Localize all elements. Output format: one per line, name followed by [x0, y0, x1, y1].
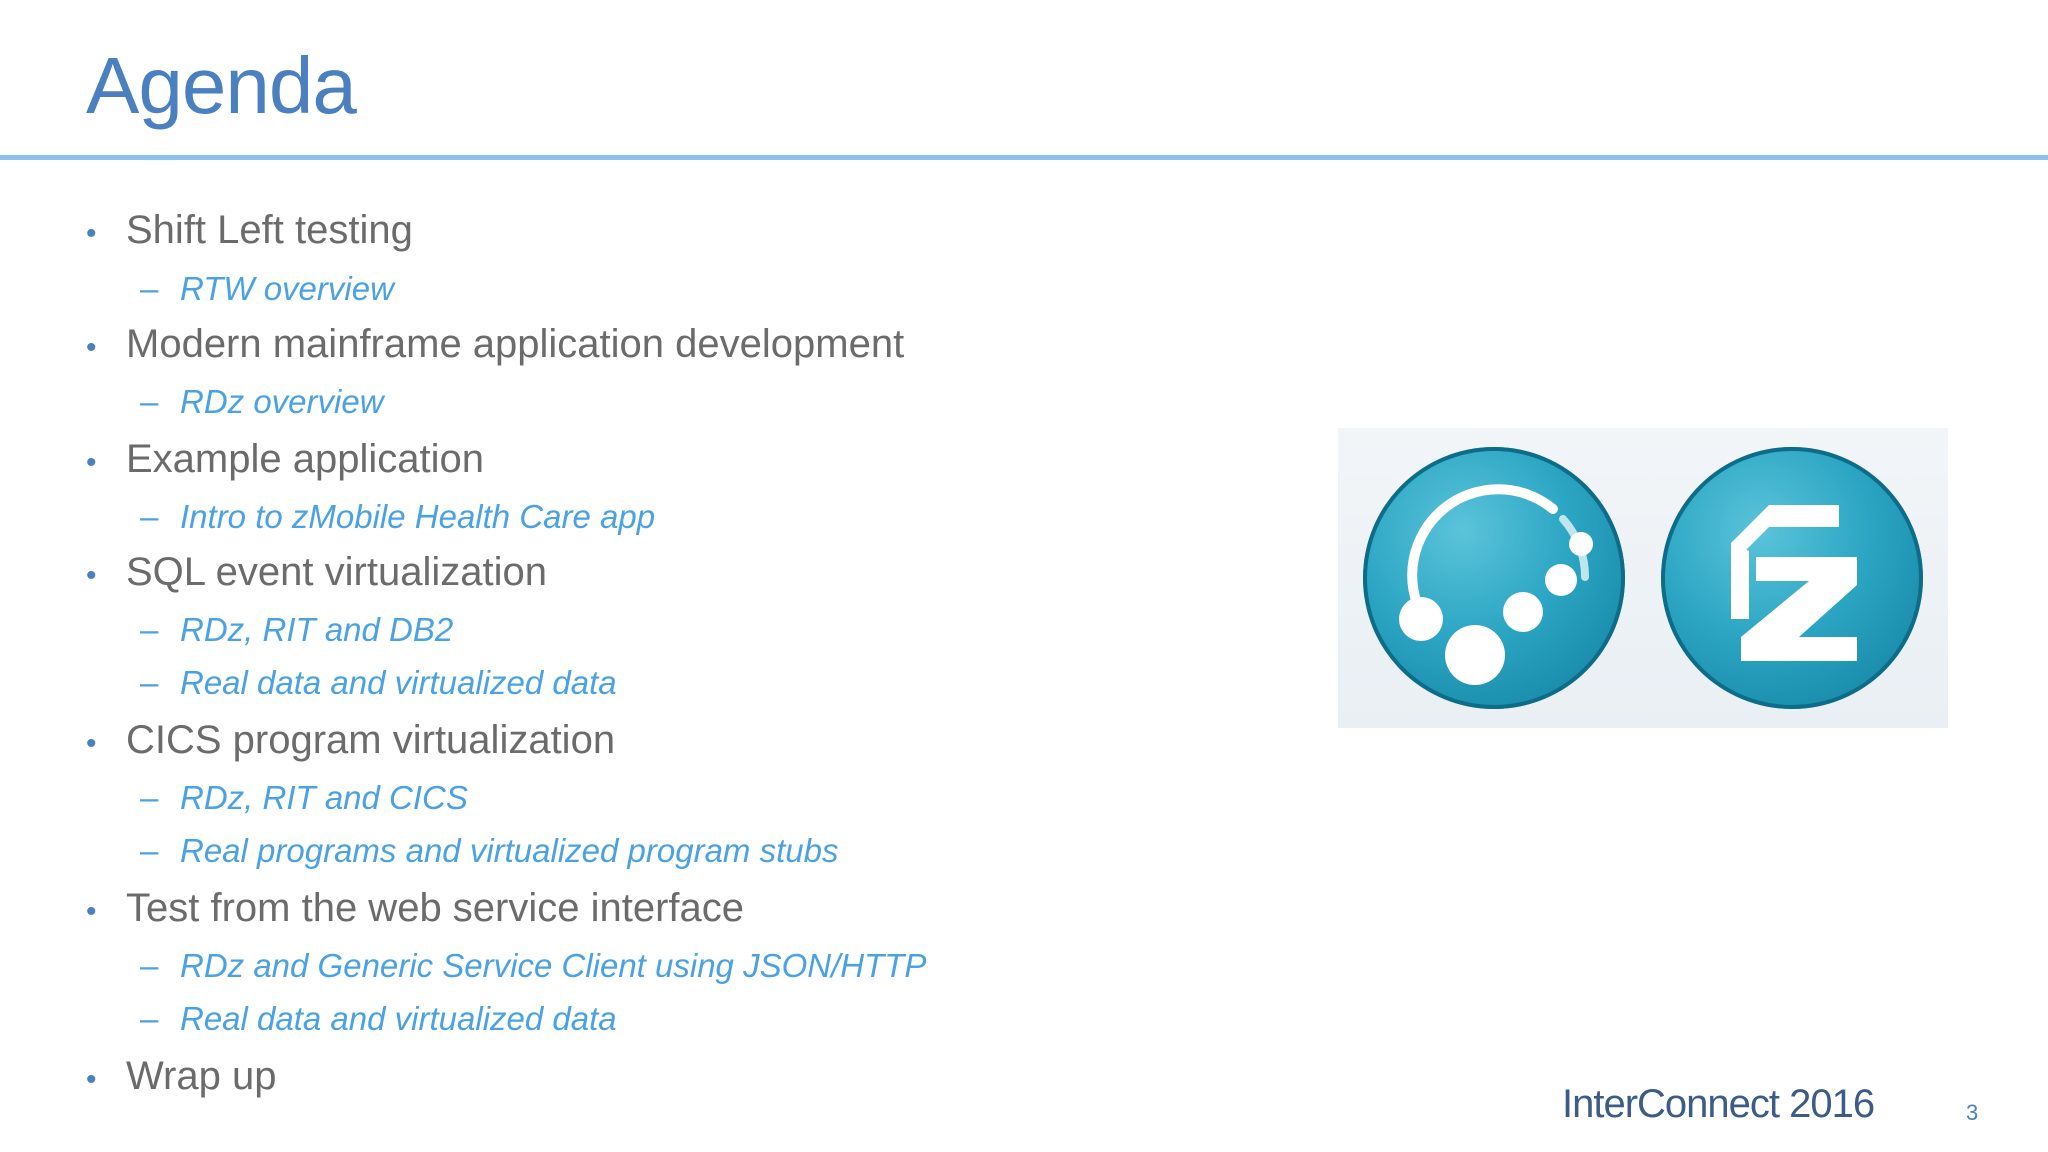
dash-marker: –: [140, 832, 159, 869]
agenda-item: • Wrap up: [86, 1054, 276, 1099]
agenda-subitem: – Real programs and virtualized program …: [140, 832, 838, 870]
agenda-item: • Example application: [86, 437, 484, 482]
agenda-subitem: – RDz overview: [140, 383, 384, 421]
agenda-item: • Shift Left testing: [86, 208, 413, 253]
agenda-subitem: – Intro to zMobile Health Care app: [140, 498, 655, 536]
agenda-subitem-text: RDz overview: [180, 383, 384, 420]
footer-brand: InterConnect 2016: [1562, 1082, 1875, 1126]
agenda-item: • CICS program virtualization: [86, 718, 615, 763]
bullet-marker: •: [86, 1063, 97, 1096]
agenda-subitem: – RDz and Generic Service Client using J…: [140, 947, 926, 985]
bullet-marker: •: [86, 217, 97, 250]
bullet-marker: •: [86, 727, 97, 760]
bullet-marker: •: [86, 446, 97, 479]
agenda-subitem-text: RDz, RIT and CICS: [180, 779, 468, 816]
agenda-item: • Modern mainframe application developme…: [86, 322, 904, 367]
agenda-subitem-text: Real data and virtualized data: [180, 664, 617, 701]
dash-marker: –: [140, 779, 159, 816]
dash-marker: –: [140, 611, 159, 648]
agenda-item: • SQL event virtualization: [86, 550, 547, 595]
bullet-marker: •: [86, 895, 97, 928]
page-number: 3: [1966, 1100, 1979, 1125]
agenda-subitem-text: Real programs and virtualized program st…: [180, 832, 839, 869]
agenda-subitem: – RDz, RIT and CICS: [140, 779, 468, 817]
agenda-item-text: Wrap up: [126, 1054, 277, 1098]
agenda-item: • Test from the web service interface: [86, 886, 744, 931]
dash-marker: –: [140, 664, 159, 701]
agenda-subitem-text: RTW overview: [180, 270, 394, 307]
agenda-item-text: CICS program virtualization: [126, 718, 616, 762]
bullet-marker: •: [86, 559, 97, 592]
agenda-subitem: – RTW overview: [140, 270, 394, 308]
dash-marker: –: [140, 383, 159, 420]
dash-marker: –: [140, 947, 159, 984]
rational-developer-z-icon: [1661, 447, 1923, 709]
agenda-subitem: – Real data and virtualized data: [140, 664, 617, 702]
agenda-item-text: Modern mainframe application development: [126, 322, 905, 366]
agenda-subitem: – RDz, RIT and DB2: [140, 611, 453, 649]
agenda-item-text: Shift Left testing: [126, 208, 413, 252]
agenda-subitem-text: RDz, RIT and DB2: [180, 611, 454, 648]
agenda-subitem: – Real data and virtualized data: [140, 1000, 617, 1038]
dash-marker: –: [140, 1000, 159, 1037]
dash-marker: –: [140, 270, 159, 307]
dash-marker: –: [140, 498, 159, 535]
agenda-item-text: Test from the web service interface: [126, 886, 745, 930]
agenda-subitem-text: RDz and Generic Service Client using JSO…: [180, 947, 927, 984]
agenda-subitem-text: Real data and virtualized data: [180, 1000, 617, 1037]
agenda-item-text: Example application: [126, 437, 484, 481]
agenda-list: • Shift Left testing – RTW overview • Mo…: [0, 0, 1300, 1152]
agenda-item-text: SQL event virtualization: [126, 550, 547, 594]
rational-integration-tester-icon: [1363, 447, 1625, 709]
product-logos: [1338, 428, 1948, 728]
agenda-subitem-text: Intro to zMobile Health Care app: [180, 498, 656, 535]
bullet-marker: •: [86, 331, 97, 364]
